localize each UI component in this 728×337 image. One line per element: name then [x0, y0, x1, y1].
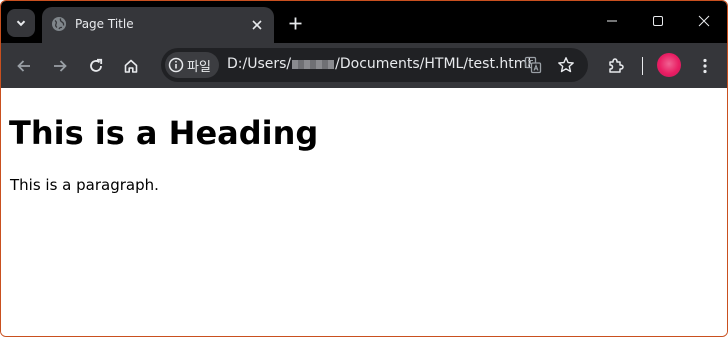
- close-icon: [252, 20, 262, 30]
- maximize-icon: [653, 16, 663, 26]
- tab-close-button[interactable]: [248, 16, 266, 34]
- translate-button[interactable]: [522, 55, 544, 75]
- extensions-button[interactable]: [601, 51, 631, 81]
- page-heading: This is a Heading: [9, 114, 319, 152]
- browser-toolbar: 파일 D:/Users/ /Documents/HTML/test.html: [1, 43, 727, 88]
- minimize-button[interactable]: [589, 5, 635, 37]
- page-content: This is a Heading This is a paragraph.: [1, 88, 727, 336]
- tab-strip: Page Title: [1, 1, 727, 43]
- more-vertical-icon: [703, 58, 707, 74]
- info-icon: [168, 57, 184, 73]
- home-button[interactable]: [116, 51, 146, 81]
- reload-icon: [90, 58, 103, 72]
- maximize-button[interactable]: [635, 5, 681, 37]
- profile-avatar[interactable]: [657, 53, 681, 77]
- translate-icon: [524, 56, 542, 74]
- site-info-chip[interactable]: 파일: [165, 52, 219, 78]
- close-icon: [698, 15, 710, 27]
- back-button[interactable]: [9, 51, 39, 81]
- reload-button[interactable]: [81, 51, 111, 81]
- toolbar-divider: [642, 57, 643, 75]
- globe-icon: [52, 17, 66, 31]
- home-icon: [124, 59, 138, 73]
- forward-button[interactable]: [45, 51, 75, 81]
- address-bar[interactable]: 파일 D:/Users/ /Documents/HTML/test.html: [161, 48, 588, 82]
- star-icon: [558, 57, 574, 73]
- plus-icon: [289, 17, 301, 29]
- bookmark-button[interactable]: [555, 55, 577, 75]
- arrow-left-icon: [17, 60, 30, 72]
- close-window-button[interactable]: [681, 5, 727, 37]
- new-tab-button[interactable]: [284, 12, 306, 34]
- redacted-username: [292, 59, 335, 69]
- tab-search-button[interactable]: [7, 9, 35, 37]
- chevron-down-icon: [16, 20, 26, 27]
- arrow-right-icon: [54, 60, 67, 72]
- minimize-icon: [607, 20, 617, 22]
- url-prefix: D:/Users/: [227, 56, 292, 72]
- url-text[interactable]: D:/Users/ /Documents/HTML/test.html: [227, 56, 531, 72]
- url-suffix: /Documents/HTML/test.html: [335, 56, 532, 72]
- menu-button[interactable]: [690, 51, 720, 81]
- page-paragraph: This is a paragraph.: [10, 176, 159, 194]
- active-tab[interactable]: Page Title: [42, 7, 274, 43]
- puzzle-icon: [609, 58, 624, 73]
- tab-title: Page Title: [75, 17, 134, 31]
- file-scheme-label: 파일: [187, 59, 211, 75]
- browser-window: Page Title 파일 D:/Users/ /Documents/HTML/…: [0, 0, 728, 337]
